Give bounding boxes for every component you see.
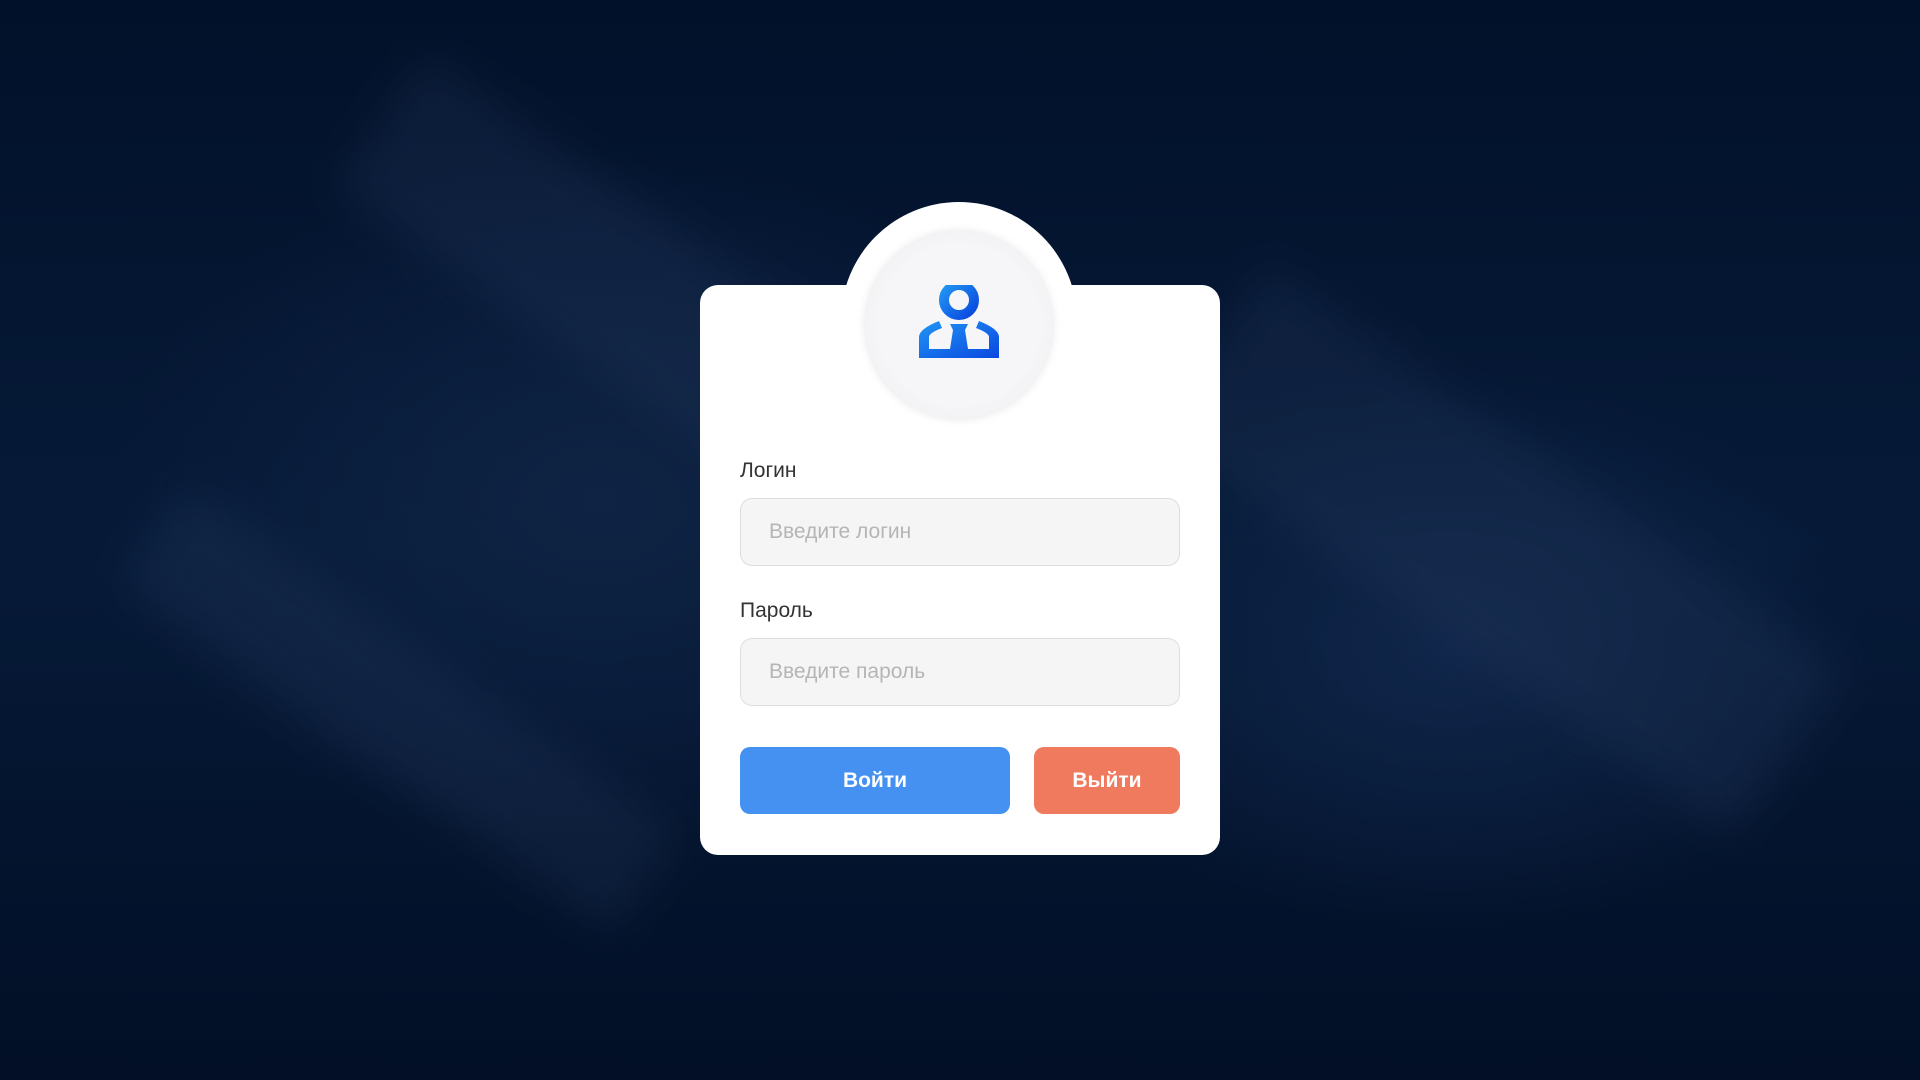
- password-input[interactable]: [740, 638, 1180, 706]
- exit-button[interactable]: Выйти: [1034, 747, 1180, 814]
- username-input[interactable]: [740, 498, 1180, 566]
- user-icon: [919, 285, 999, 358]
- login-button[interactable]: Войти: [740, 747, 1010, 814]
- background-shape: [1155, 267, 1845, 833]
- username-label: Логин: [740, 459, 797, 482]
- background-shape: [119, 488, 681, 932]
- avatar: [866, 232, 1052, 418]
- password-label: Пароль: [740, 599, 813, 622]
